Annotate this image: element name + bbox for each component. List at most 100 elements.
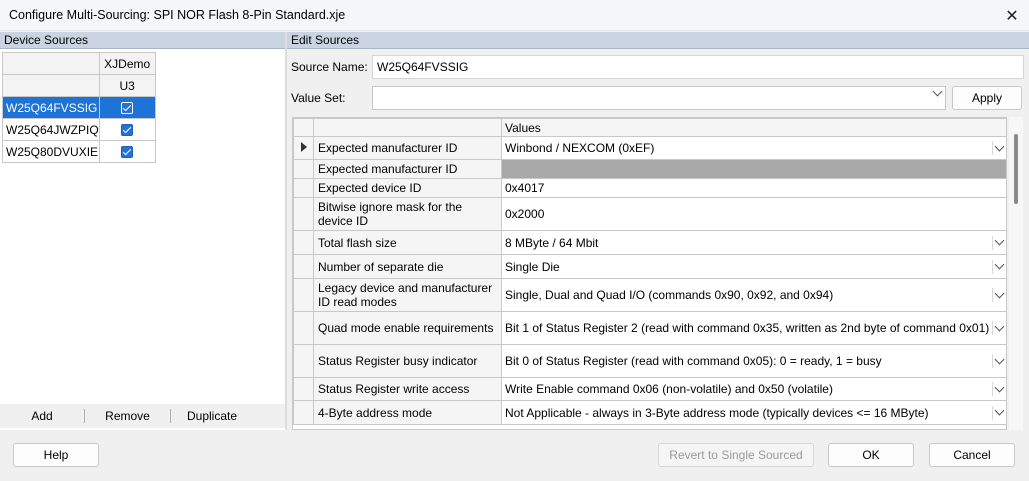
property-row[interactable]: Status Register busy indicator Bit 0 of S… [293,344,1006,378]
property-name: Expected manufacturer ID [313,159,502,179]
apply-button[interactable]: Apply [952,86,1022,110]
chevron-down-icon [994,321,1005,331]
checkbox[interactable] [121,146,134,159]
dropdown-button[interactable] [992,288,1006,302]
chevron-down-icon [994,405,1005,416]
add-button[interactable]: Add [0,404,84,428]
row-selector[interactable] [293,377,314,401]
property-value[interactable]: 0x2000 [501,197,1006,231]
dropdown-button[interactable] [992,405,1006,420]
device-row[interactable]: W25Q64FVSSIG [2,96,156,119]
row-selector[interactable] [293,230,314,255]
device-checkbox-cell [98,96,156,119]
dropdown-button[interactable] [992,235,1006,250]
row-selector[interactable] [293,311,314,345]
properties-grid: Values Expected manufacturer ID Winbond /… [292,117,1007,430]
ok-button[interactable]: OK [828,443,914,467]
property-row[interactable]: Total flash size 8 MByte / 64 Mbit [293,230,1006,255]
values-column-header: Values [501,118,1006,137]
property-row[interactable]: Number of separate die Single Die [293,254,1006,279]
duplicate-button[interactable]: Duplicate [171,404,253,428]
column-header-xjdemo[interactable]: XJDemo [98,52,156,75]
device-row-label[interactable]: W25Q80DVUXIE [2,140,100,163]
chevron-down-icon [994,354,1005,364]
row-selector[interactable] [293,159,314,179]
property-value[interactable]: 0x4017 [501,178,1006,198]
property-row[interactable]: Legacy device and manufacturer ID read m… [293,278,1006,312]
header-corner [293,118,314,137]
property-row[interactable]: Expected manufacturer ID Winbond / NEXCOM… [293,136,1006,160]
source-action-bar: Add Remove Duplicate [0,404,285,428]
row-selector[interactable] [293,278,314,312]
property-row[interactable]: Expected device ID 0x4017 [293,178,1006,198]
device-checkbox-cell [98,118,156,141]
grid-corner-sub [2,74,100,97]
scrollbar-thumb[interactable] [1014,134,1018,204]
property-value-text: Single Die [505,259,560,274]
property-value-text: Winbond / NEXCOM (0xEF) [505,141,655,155]
property-name: Bitwise ignore mask for the device ID [313,197,502,231]
property-name: Status Register write access [313,377,502,401]
device-row-label[interactable]: W25Q64FVSSIG [2,96,100,119]
property-value[interactable]: Single, Dual and Quad I/O (commands 0x90… [501,278,1006,312]
property-value[interactable]: Winbond / NEXCOM (0xEF) [501,136,1006,160]
property-value-text: Bit 1 of Status Register 2 (read with co… [505,321,990,335]
source-name-label: Source Name: [291,60,368,74]
property-value[interactable]: Bit 0 of Status Register (read with comm… [501,344,1006,378]
property-value-text: Not Applicable - always in 3-Byte addres… [505,405,929,420]
property-name: Quad mode enable requirements [313,311,502,345]
device-row[interactable]: W25Q80DVUXIE [2,140,156,163]
property-value[interactable]: Single Die [501,254,1006,279]
row-selector[interactable] [293,254,314,279]
property-value[interactable]: Bit 1 of Status Register 2 (read with co… [501,311,1006,345]
property-value-text: 0x4017 [505,181,545,195]
property-value-text: 0x2000 [505,207,545,221]
property-name: Number of separate die [313,254,502,279]
row-selector[interactable] [293,400,314,425]
chevron-down-icon[interactable] [932,86,943,97]
property-value[interactable]: Not Applicable - always in 3-Byte addres… [501,400,1006,425]
chevron-down-icon [994,259,1005,270]
column-subheader-u3[interactable]: U3 [98,74,156,97]
property-value [501,159,1006,179]
dropdown-button[interactable] [992,321,1006,335]
property-row[interactable]: Quad mode enable requirements Bit 1 of St… [293,311,1006,345]
dropdown-button[interactable] [992,141,1006,155]
device-row[interactable]: W25Q64JWZPIQ [2,118,156,141]
chevron-down-icon [994,235,1005,246]
current-row-arrow-icon [300,142,307,152]
revert-button[interactable]: Revert to Single Sourced [658,443,814,467]
device-sources-header: Device Sources [0,32,285,49]
dropdown-button[interactable] [992,259,1006,274]
grid-header-row: Values [293,118,1006,137]
row-selector[interactable] [293,178,314,198]
remove-button[interactable]: Remove [85,404,170,428]
property-row[interactable]: Bitwise ignore mask for the device ID 0x2… [293,197,1006,231]
property-name: Expected device ID [313,178,502,198]
property-value-text: Bit 0 of Status Register (read with comm… [505,354,882,368]
dropdown-button[interactable] [992,382,1006,396]
property-name: Legacy device and manufacturer ID read m… [313,278,502,312]
checkbox[interactable] [121,102,134,115]
property-name: 4-Byte address mode [313,400,502,425]
row-selector[interactable] [293,197,314,231]
source-name-input[interactable]: W25Q64FVSSIG [372,55,1024,79]
row-selector[interactable] [293,136,314,160]
device-row-label[interactable]: W25Q64JWZPIQ [2,118,100,141]
property-name: Total flash size [313,230,502,255]
checkbox[interactable] [121,124,134,137]
property-value[interactable]: Write Enable command 0x06 (non-volatile)… [501,377,1006,401]
property-row[interactable]: Expected manufacturer ID [293,159,1006,179]
dropdown-button[interactable] [992,354,1006,368]
help-button[interactable]: Help [13,443,99,467]
close-icon[interactable]: ✕ [996,2,1028,29]
cancel-button[interactable]: Cancel [929,443,1015,467]
property-value[interactable]: 8 MByte / 64 Mbit [501,230,1006,255]
property-value-text: Single, Dual and Quad I/O (commands 0x90… [505,288,834,302]
chevron-down-icon [994,382,1005,392]
chevron-down-icon [994,141,1005,151]
value-set-dropdown[interactable] [372,86,946,110]
property-row[interactable]: Status Register write access Write Enable… [293,377,1006,401]
row-selector[interactable] [293,344,314,378]
property-row[interactable]: 4-Byte address mode Not Applicable - alwa… [293,400,1006,425]
